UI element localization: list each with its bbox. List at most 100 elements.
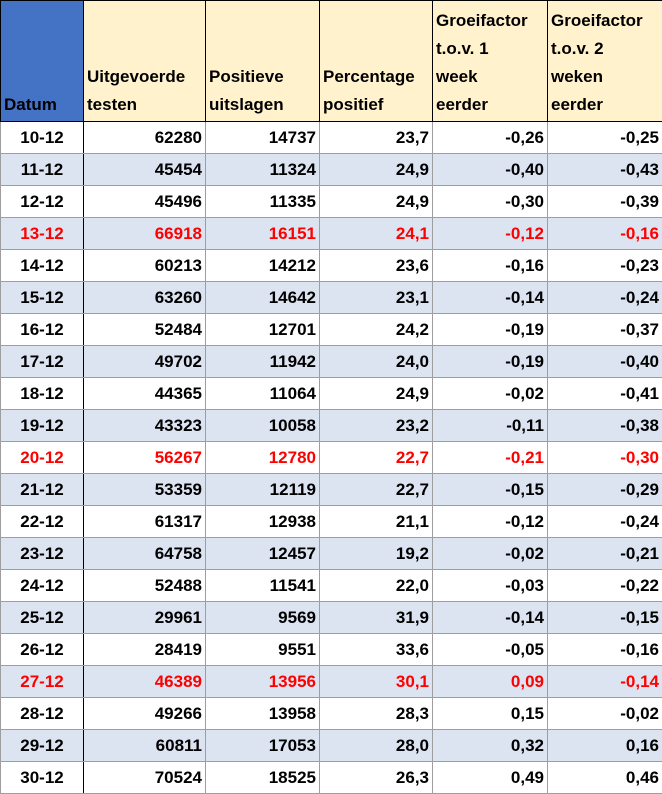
cell-groei2[interactable]: -0,29 — [548, 474, 662, 506]
cell-groei2[interactable]: -0,38 — [548, 410, 662, 442]
cell-percentage[interactable]: 24,9 — [320, 186, 433, 218]
cell-testen[interactable]: 45496 — [84, 186, 206, 218]
cell-groei2[interactable]: -0,15 — [548, 602, 662, 634]
header-cell-groei2[interactable]: Groeifactor t.o.v. 2 weken eerder — [548, 1, 662, 122]
cell-groei1[interactable]: -0,19 — [433, 314, 548, 346]
cell-percentage[interactable]: 22,7 — [320, 474, 433, 506]
header-cell-datum[interactable]: Datum — [1, 1, 84, 122]
cell-positief[interactable]: 14737 — [206, 122, 320, 154]
cell-datum[interactable]: 28-12 — [1, 698, 84, 730]
cell-testen[interactable]: 60213 — [84, 250, 206, 282]
cell-positief[interactable]: 12457 — [206, 538, 320, 570]
cell-positief[interactable]: 12119 — [206, 474, 320, 506]
cell-groei1[interactable]: 0,32 — [433, 730, 548, 762]
cell-groei1[interactable]: -0,12 — [433, 218, 548, 250]
cell-percentage[interactable]: 24,9 — [320, 154, 433, 186]
cell-testen[interactable]: 44365 — [84, 378, 206, 410]
cell-percentage[interactable]: 24,0 — [320, 346, 433, 378]
cell-positief[interactable]: 9551 — [206, 634, 320, 666]
cell-testen[interactable]: 66918 — [84, 218, 206, 250]
header-cell-positief[interactable]: Positieve uitslagen — [206, 1, 320, 122]
cell-groei2[interactable]: 0,16 — [548, 730, 662, 762]
cell-positief[interactable]: 11335 — [206, 186, 320, 218]
cell-groei1[interactable]: -0,03 — [433, 570, 548, 602]
header-cell-percentage[interactable]: Percentage positief — [320, 1, 433, 122]
cell-testen[interactable]: 52488 — [84, 570, 206, 602]
cell-groei2[interactable]: -0,40 — [548, 346, 662, 378]
cell-groei2[interactable]: -0,41 — [548, 378, 662, 410]
cell-groei2[interactable]: -0,16 — [548, 218, 662, 250]
cell-datum[interactable]: 20-12 — [1, 442, 84, 474]
cell-percentage[interactable]: 24,9 — [320, 378, 433, 410]
cell-percentage[interactable]: 21,1 — [320, 506, 433, 538]
cell-groei1[interactable]: -0,30 — [433, 186, 548, 218]
cell-groei1[interactable]: -0,12 — [433, 506, 548, 538]
cell-groei2[interactable]: -0,30 — [548, 442, 662, 474]
cell-positief[interactable]: 14642 — [206, 282, 320, 314]
cell-testen[interactable]: 61317 — [84, 506, 206, 538]
cell-datum[interactable]: 17-12 — [1, 346, 84, 378]
cell-groei2[interactable]: -0,25 — [548, 122, 662, 154]
cell-testen[interactable]: 63260 — [84, 282, 206, 314]
cell-testen[interactable]: 46389 — [84, 666, 206, 698]
cell-positief[interactable]: 10058 — [206, 410, 320, 442]
cell-positief[interactable]: 11942 — [206, 346, 320, 378]
cell-datum[interactable]: 26-12 — [1, 634, 84, 666]
cell-testen[interactable]: 64758 — [84, 538, 206, 570]
cell-groei1[interactable]: -0,02 — [433, 378, 548, 410]
cell-groei2[interactable]: -0,21 — [548, 538, 662, 570]
cell-groei1[interactable]: -0,19 — [433, 346, 548, 378]
cell-groei1[interactable]: -0,26 — [433, 122, 548, 154]
cell-positief[interactable]: 13958 — [206, 698, 320, 730]
cell-positief[interactable]: 9569 — [206, 602, 320, 634]
cell-testen[interactable]: 45454 — [84, 154, 206, 186]
cell-groei1[interactable]: -0,02 — [433, 538, 548, 570]
cell-groei1[interactable]: -0,11 — [433, 410, 548, 442]
cell-percentage[interactable]: 23,1 — [320, 282, 433, 314]
cell-datum[interactable]: 13-12 — [1, 218, 84, 250]
header-cell-groei1[interactable]: Groeifactor t.o.v. 1 week eerder — [433, 1, 548, 122]
cell-testen[interactable]: 49266 — [84, 698, 206, 730]
cell-testen[interactable]: 62280 — [84, 122, 206, 154]
cell-testen[interactable]: 28419 — [84, 634, 206, 666]
header-cell-testen[interactable]: Uitgevoerde testen — [84, 1, 206, 122]
cell-datum[interactable]: 21-12 — [1, 474, 84, 506]
cell-positief[interactable]: 12938 — [206, 506, 320, 538]
cell-datum[interactable]: 12-12 — [1, 186, 84, 218]
cell-percentage[interactable]: 24,2 — [320, 314, 433, 346]
cell-percentage[interactable]: 19,2 — [320, 538, 433, 570]
cell-groei2[interactable]: -0,43 — [548, 154, 662, 186]
cell-datum[interactable]: 24-12 — [1, 570, 84, 602]
cell-testen[interactable]: 53359 — [84, 474, 206, 506]
cell-testen[interactable]: 29961 — [84, 602, 206, 634]
cell-positief[interactable]: 16151 — [206, 218, 320, 250]
cell-datum[interactable]: 16-12 — [1, 314, 84, 346]
cell-groei1[interactable]: -0,21 — [433, 442, 548, 474]
cell-groei2[interactable]: -0,37 — [548, 314, 662, 346]
cell-percentage[interactable]: 31,9 — [320, 602, 433, 634]
cell-positief[interactable]: 17053 — [206, 730, 320, 762]
cell-groei1[interactable]: 0,09 — [433, 666, 548, 698]
cell-testen[interactable]: 52484 — [84, 314, 206, 346]
cell-groei1[interactable]: -0,14 — [433, 602, 548, 634]
cell-groei2[interactable]: -0,24 — [548, 282, 662, 314]
cell-testen[interactable]: 56267 — [84, 442, 206, 474]
cell-percentage[interactable]: 28,0 — [320, 730, 433, 762]
cell-datum[interactable]: 10-12 — [1, 122, 84, 154]
cell-percentage[interactable]: 23,7 — [320, 122, 433, 154]
cell-groei1[interactable]: -0,40 — [433, 154, 548, 186]
cell-percentage[interactable]: 22,7 — [320, 442, 433, 474]
cell-positief[interactable]: 11541 — [206, 570, 320, 602]
cell-percentage[interactable]: 23,2 — [320, 410, 433, 442]
cell-positief[interactable]: 14212 — [206, 250, 320, 282]
cell-groei2[interactable]: -0,14 — [548, 666, 662, 698]
cell-percentage[interactable]: 24,1 — [320, 218, 433, 250]
cell-groei2[interactable]: -0,02 — [548, 698, 662, 730]
cell-positief[interactable]: 11064 — [206, 378, 320, 410]
cell-datum[interactable]: 23-12 — [1, 538, 84, 570]
cell-groei1[interactable]: -0,05 — [433, 634, 548, 666]
cell-groei2[interactable]: -0,23 — [548, 250, 662, 282]
cell-groei2[interactable]: -0,39 — [548, 186, 662, 218]
cell-percentage[interactable]: 30,1 — [320, 666, 433, 698]
cell-positief[interactable]: 12701 — [206, 314, 320, 346]
